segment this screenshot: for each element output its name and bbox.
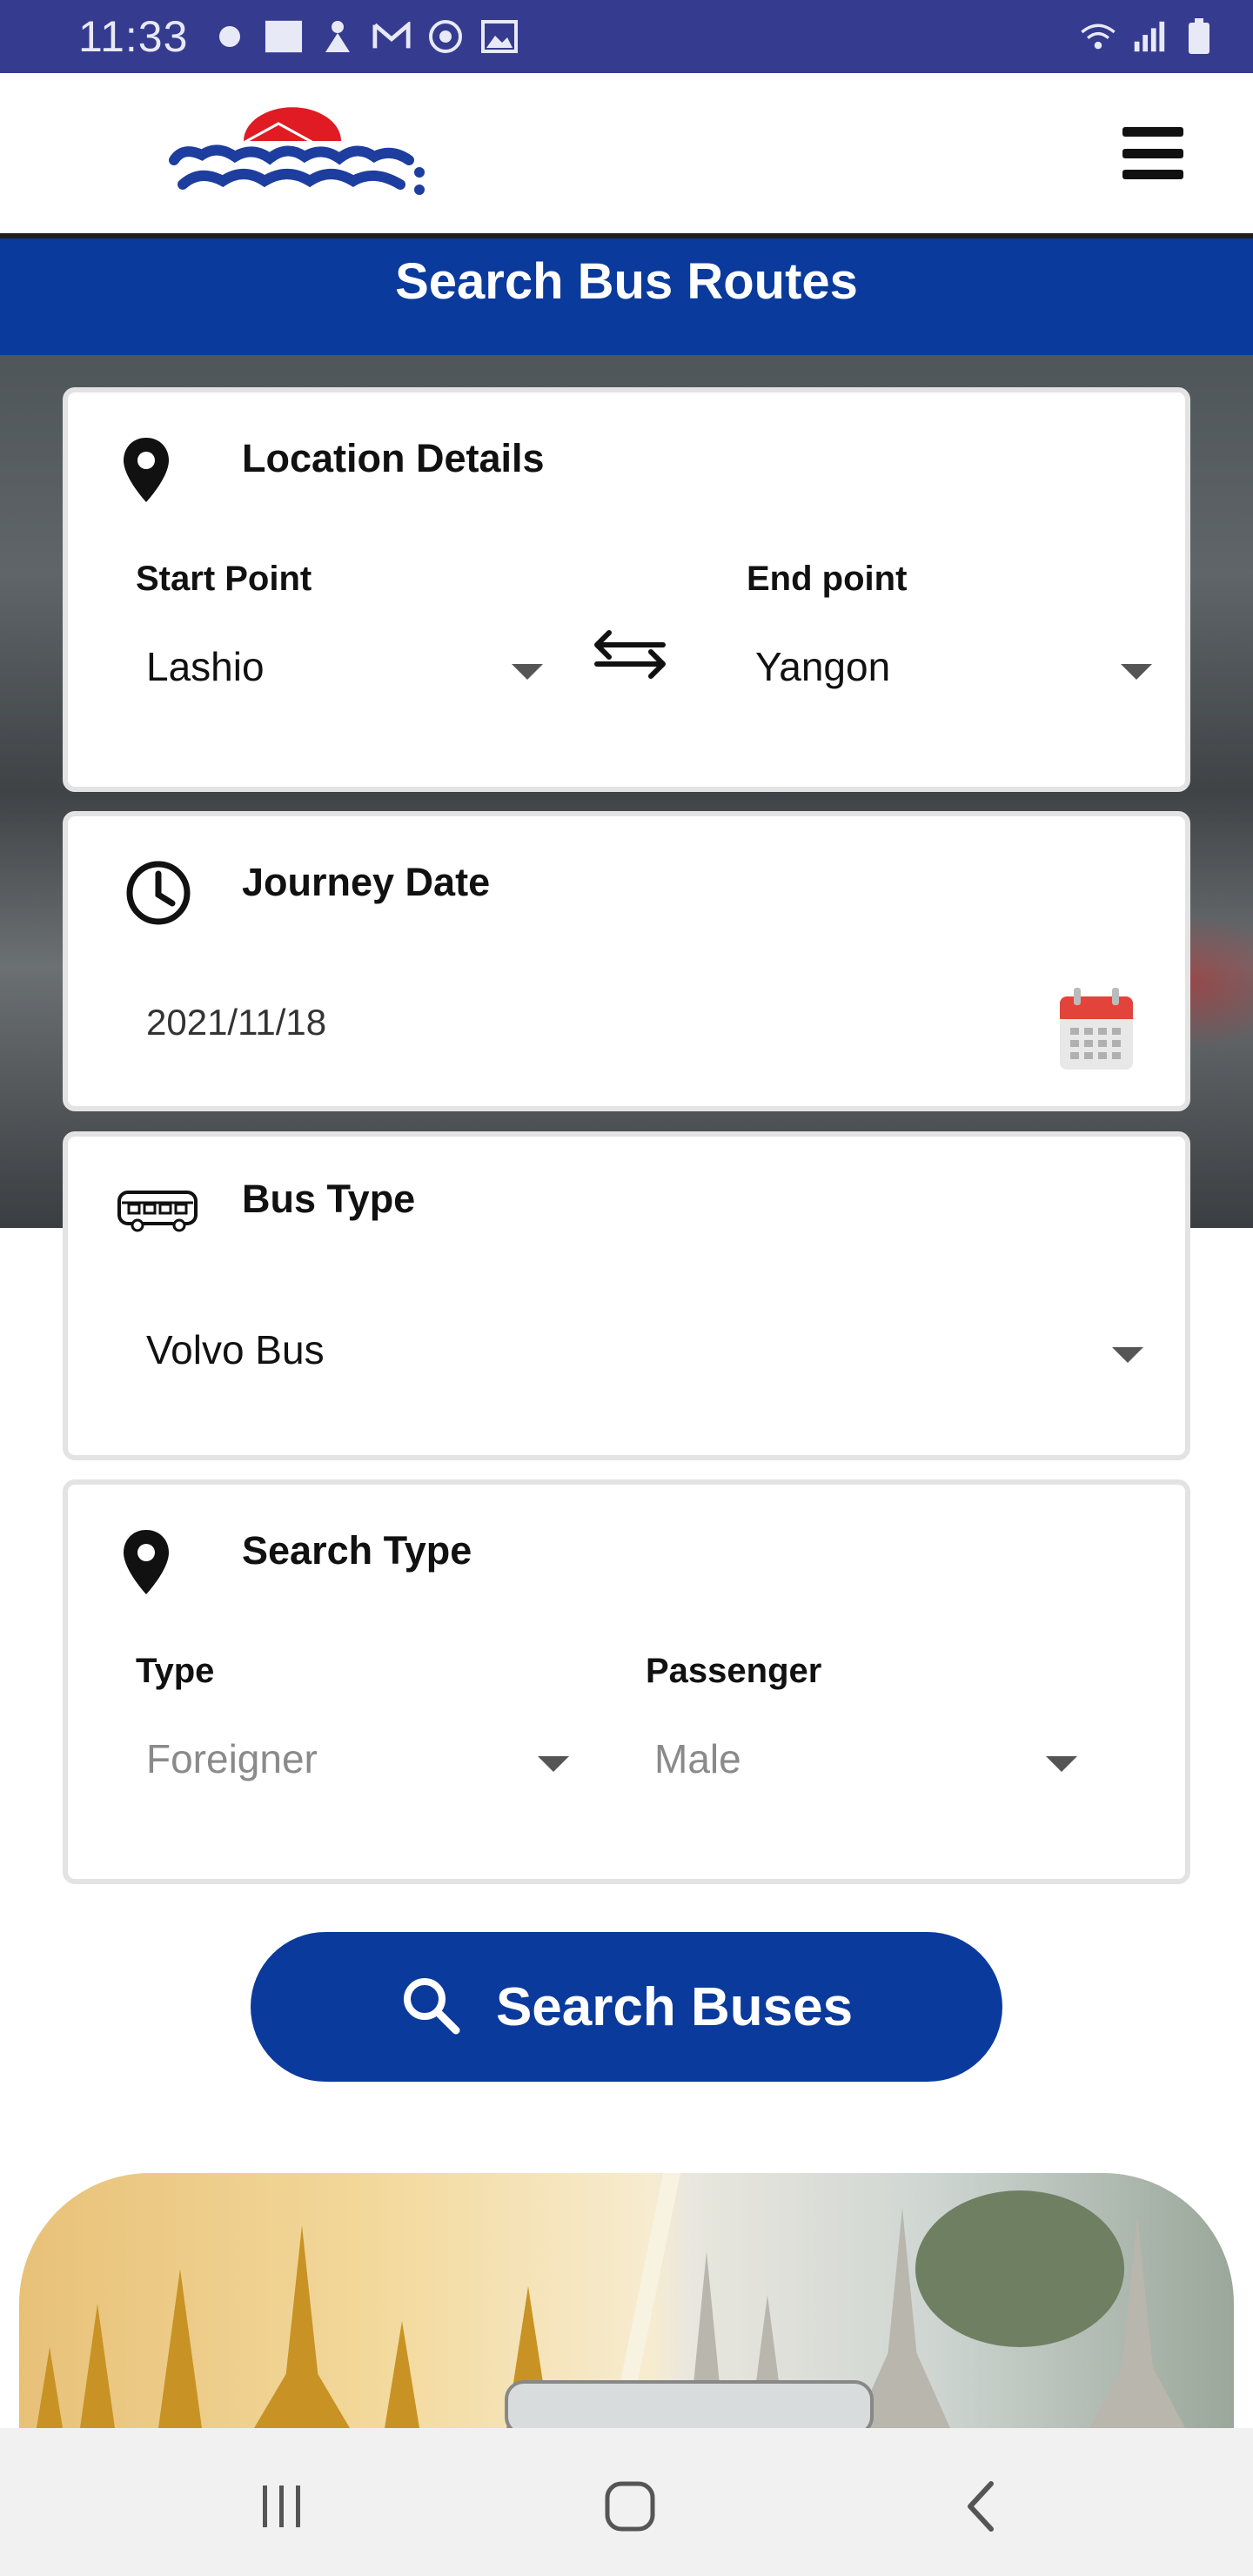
location-details-card: Location Details Start Point Lashio End …	[63, 387, 1190, 792]
app-notification-icon	[211, 17, 249, 56]
bus-type-select[interactable]: Volvo Bus	[137, 1319, 1164, 1389]
system-status-icons	[1079, 17, 1218, 56]
chevron-down-icon	[1112, 1347, 1143, 1363]
status-time: 11:33	[78, 12, 189, 61]
search-buses-button[interactable]: Search Buses	[251, 1932, 1002, 2082]
search-type-card: Search Type Type Foreigner Passenger Mal…	[63, 1479, 1190, 1884]
app-header	[0, 73, 1253, 238]
passenger-select[interactable]: Male	[646, 1728, 1081, 1798]
start-point-label: Start Point	[136, 560, 312, 598]
signal-icon	[1129, 17, 1168, 56]
system-navigation-bar	[0, 2428, 1253, 2576]
journey-date-input[interactable]: 2021/11/18	[146, 986, 1138, 1073]
home-icon[interactable]	[595, 2472, 665, 2541]
status-bar: 11:33	[0, 0, 1253, 73]
journey-date-title: Journey Date	[242, 860, 491, 904]
search-icon	[400, 1975, 461, 2040]
start-point-value: Lashio	[146, 644, 265, 689]
bus-icon	[117, 1189, 200, 1238]
journey-date-card: Journey Date 2021/11/18	[63, 811, 1190, 1111]
type-value: Foreigner	[146, 1736, 318, 1781]
bus-type-card: Bus Type Volvo Bus	[63, 1131, 1190, 1460]
bus-type-value: Volvo Bus	[146, 1327, 325, 1372]
location-pin-icon	[120, 436, 172, 510]
hamburger-menu-icon[interactable]	[1122, 127, 1183, 179]
end-point-select[interactable]: Yangon	[747, 636, 1164, 706]
search-type-title: Search Type	[242, 1528, 472, 1573]
passenger-label: Passenger	[646, 1652, 822, 1690]
end-point-value: Yangon	[755, 644, 891, 689]
chevron-down-icon	[538, 1756, 569, 1772]
notification-icons	[211, 17, 519, 56]
person-icon	[318, 17, 357, 56]
calendar-icon[interactable]	[1055, 986, 1138, 1077]
passenger-value: Male	[654, 1736, 741, 1781]
location-details-title: Location Details	[242, 436, 545, 480]
wifi-icon	[1079, 17, 1117, 56]
journey-date-value: 2021/11/18	[146, 1002, 327, 1043]
location-pin-icon	[120, 1528, 172, 1602]
swap-arrows-icon[interactable]	[588, 621, 672, 694]
title-bar: Search Bus Routes	[0, 238, 1253, 355]
clock-icon	[124, 858, 193, 932]
promo-banner-image[interactable]	[19, 2173, 1234, 2428]
chevron-down-icon	[512, 664, 543, 680]
battery-icon	[1180, 17, 1218, 56]
chevron-down-icon	[1046, 1756, 1077, 1772]
end-point-label: End point	[747, 560, 908, 598]
zomato-icon	[265, 17, 303, 56]
back-icon[interactable]	[947, 2472, 1016, 2541]
start-point-select[interactable]: Lashio	[137, 636, 555, 706]
gallery-icon	[480, 17, 519, 56]
type-select[interactable]: Foreigner	[137, 1728, 573, 1798]
page-title: Search Bus Routes	[395, 253, 858, 310]
brand-logo[interactable]	[148, 106, 479, 211]
recent-apps-icon[interactable]	[247, 2472, 317, 2541]
whatsapp-icon	[426, 17, 465, 56]
chevron-down-icon	[1121, 664, 1152, 680]
bus-type-title: Bus Type	[242, 1177, 416, 1221]
search-buses-label: Search Buses	[495, 1976, 854, 2037]
gmail-icon	[372, 17, 411, 56]
type-label: Type	[136, 1652, 215, 1690]
